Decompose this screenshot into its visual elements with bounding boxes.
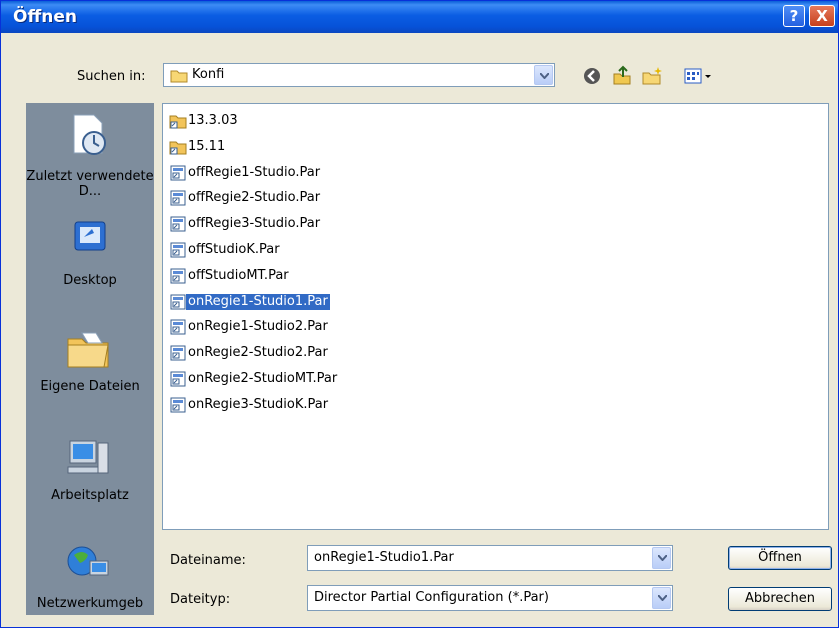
par-file-icon [169,242,187,258]
close-button[interactable]: X [809,5,835,27]
place-label: Desktop [63,273,117,288]
network-places-icon [67,546,109,576]
look-in-label: Suchen in: [77,69,146,84]
folder-icon [169,113,187,129]
par-file-icon [169,190,187,206]
filename-value: onRegie1-Studio1.Par [314,550,454,565]
filetype-value: Director Partial Configuration (*.Par) [314,590,549,605]
par-file-icon [169,397,187,413]
chevron-down-icon [540,73,549,79]
file-name: onRegie1-Studio2.Par [188,319,328,335]
par-file-icon [169,268,187,284]
place-my-computer[interactable]: Arbeitsplatz [26,435,154,515]
place-my-documents[interactable]: Eigene Dateien [26,323,154,409]
recent-documents-icon [73,114,106,155]
my-documents-icon [67,332,109,368]
par-file-icon [169,216,187,232]
file-name: onRegie3-StudioK.Par [188,396,329,412]
place-label: Eigene Dateien [40,379,140,394]
par-file-icon [169,371,187,387]
window-title: Öffnen [13,7,77,27]
back-button[interactable] [581,65,603,87]
look-in-combo[interactable]: Konfi [163,63,555,87]
file-name: offRegie3-Studio.Par [188,216,321,232]
filename-dropdown-button[interactable] [652,547,671,569]
place-network[interactable]: Netzwerkumgeb [26,543,154,615]
places-bar: Zuletzt verwendete D... Desktop Eigene D… [26,103,154,615]
file-name: offRegie1-Studio.Par [188,164,321,180]
file-name: onRegie2-StudioMT.Par [188,371,338,386]
place-label: Netzwerkumgeb [36,596,144,611]
filename-field[interactable]: onRegie1-Studio1.Par [307,545,673,571]
chevron-down-icon [658,555,667,561]
desktop-icon [74,221,106,251]
open-dialog: Öffnen ? X Suchen in: Konfi Zuletzt verw… [0,0,839,628]
par-file-icon [169,294,187,310]
file-list[interactable]: 13.3.03 15.11 offRegie1-Studio.Par offRegie… [162,103,829,530]
filetype-dropdown-button[interactable] [652,587,671,609]
place-recent[interactable]: Zuletzt verwendete D... [26,107,154,201]
look-in-value: Konfi [192,67,225,82]
place-label: Arbeitsplatz [51,488,129,503]
place-label: Zuletzt verwendete D... [26,169,154,199]
filetype-select[interactable]: Director Partial Configuration (*.Par) [307,585,673,611]
folder-icon [170,70,188,83]
par-file-icon [169,165,187,181]
views-menu-button[interactable] [683,65,715,87]
open-button[interactable]: Öffnen [728,546,832,570]
file-name: onRegie1-Studio1.Par [186,293,330,310]
par-file-icon [169,345,187,361]
my-computer-icon [67,440,109,474]
filename-label: Dateiname: [170,553,246,568]
chevron-down-icon [658,595,667,601]
views-menu-icon [684,68,711,84]
cancel-button[interactable]: Abbrechen [728,587,832,611]
help-button[interactable]: ? [783,5,805,27]
file-name: 15.11 [188,138,226,154]
back-icon [584,68,600,84]
new-folder-button[interactable] [641,65,663,87]
look-in-dropdown-button[interactable] [534,65,553,85]
par-file-icon [169,319,187,335]
up-folder-icon [613,65,631,85]
file-name: onRegie2-Studio2.Par [188,345,328,361]
place-desktop[interactable]: Desktop [26,215,154,295]
file-name: offStudioK.Par [188,242,280,257]
file-name: 13.3.03 [188,113,238,128]
folder-icon [169,139,187,155]
title-bar[interactable]: Öffnen ? X [1,1,838,33]
new-folder-icon [642,67,662,85]
file-name: offRegie2-Studio.Par [188,190,321,206]
up-folder-button[interactable] [611,65,633,87]
filetype-label: Dateityp: [170,592,231,607]
file-name: offStudioMT.Par [188,267,289,283]
